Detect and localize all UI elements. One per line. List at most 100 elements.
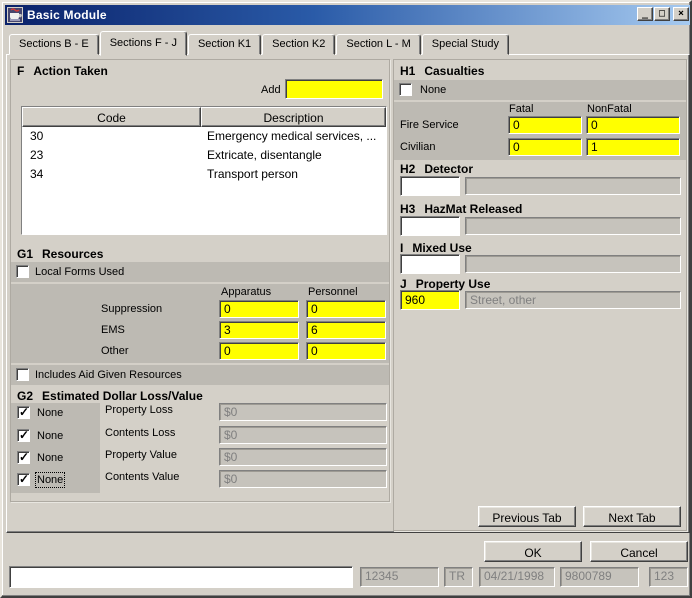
table-row[interactable]: 30 Emergency medical services, ...	[22, 127, 386, 146]
right-column-panel: H1Casualties None Fatal NonFatal Fire Se…	[393, 59, 687, 531]
section-h1-header: H1Casualties	[400, 64, 484, 78]
cancel-button[interactable]: Cancel	[590, 541, 688, 562]
section-h2-letter: H2	[400, 162, 415, 176]
column-header-description[interactable]: Description	[201, 107, 386, 127]
contents-value-none-label: None	[37, 474, 63, 486]
section-g2-header: G2 Estimated Dollar Loss/Value	[17, 389, 203, 403]
other-label: Other	[101, 345, 129, 357]
section-i-header: I Mixed Use	[400, 241, 472, 255]
title-bar[interactable]: Basic Module _ □ ×	[5, 5, 691, 25]
section-g1-header: G1 Resources	[17, 247, 103, 261]
section-h3-header: H3HazMat Released	[400, 202, 522, 216]
property-use-description-field: Street, other	[465, 291, 681, 309]
mixed-use-description-field	[465, 255, 681, 273]
suppression-apparatus-input[interactable]	[219, 300, 299, 318]
detector-description-field	[465, 177, 681, 195]
basic-module-window: Basic Module _ □ × Sections B - E Sectio…	[0, 0, 692, 598]
section-i-title: Mixed Use	[412, 241, 471, 255]
tab-section-k1[interactable]: Section K1	[188, 34, 261, 55]
column-header-code[interactable]: Code	[22, 107, 201, 127]
casualties-grid: Fatal NonFatal Fire Service Civilian	[394, 102, 686, 160]
property-loss-none-label: None	[37, 407, 63, 419]
section-h1-letter: H1	[400, 64, 415, 78]
fire-service-fatal-input[interactable]	[508, 116, 582, 134]
status-field-fdid: 12345	[360, 567, 439, 587]
action-taken-add-input[interactable]	[285, 79, 383, 99]
add-label: Add	[261, 84, 281, 96]
next-tab-button[interactable]: Next Tab	[583, 506, 681, 527]
fire-service-label: Fire Service	[400, 119, 459, 131]
contents-value-field: $0	[219, 470, 387, 488]
section-f-header: F Action Taken	[17, 64, 108, 78]
tab-section-k2[interactable]: Section K2	[262, 34, 335, 55]
left-column-panel: F Action Taken Add Code Description 30 Em…	[10, 59, 390, 502]
section-h2-header: H2 Detector	[400, 162, 473, 176]
row-code: 30	[22, 127, 201, 146]
casualties-none-checkbox[interactable]	[399, 83, 412, 96]
section-i-letter: I	[400, 241, 403, 255]
table-row[interactable]: 34 Transport person	[22, 165, 386, 184]
local-forms-label: Local Forms Used	[35, 266, 124, 278]
contents-value-label: Contents Value	[105, 471, 179, 483]
tab-sections-b-e[interactable]: Sections B - E	[9, 34, 99, 55]
close-icon[interactable]: ×	[673, 7, 689, 21]
ok-button[interactable]: OK	[484, 541, 582, 562]
section-j-header: JProperty Use	[400, 277, 490, 291]
personnel-column-label: Personnel	[308, 286, 358, 298]
local-forms-checkbox[interactable]	[16, 265, 29, 278]
row-description: Extricate, disentangle	[201, 146, 386, 165]
property-loss-label: Property Loss	[105, 404, 173, 416]
status-field-type: TR	[444, 567, 473, 587]
section-h3-letter: H3	[400, 202, 415, 216]
section-g1-letter: G1	[17, 247, 33, 261]
section-g2-title: Estimated Dollar Loss/Value	[42, 389, 203, 403]
ems-apparatus-input[interactable]	[219, 321, 299, 339]
local-forms-strip: Local Forms Used	[11, 262, 389, 282]
ems-personnel-input[interactable]	[306, 321, 386, 339]
previous-tab-button[interactable]: Previous Tab	[478, 506, 576, 527]
contents-loss-none-label: None	[37, 430, 63, 442]
aid-given-checkbox[interactable]	[16, 368, 29, 381]
property-use-code-input[interactable]	[400, 290, 460, 310]
hazmat-description-field	[465, 217, 681, 235]
other-apparatus-input[interactable]	[219, 342, 299, 360]
property-value-none-label: None	[37, 452, 63, 464]
minimize-icon[interactable]: _	[637, 7, 653, 21]
contents-loss-label: Contents Loss	[105, 427, 175, 439]
hazmat-code-input[interactable]	[400, 216, 460, 236]
casualties-none-strip: None	[394, 80, 686, 100]
civilian-nonfatal-input[interactable]	[586, 138, 680, 156]
ems-label: EMS	[101, 324, 125, 336]
tab-special-study[interactable]: Special Study	[422, 34, 509, 55]
section-h2-title: Detector	[424, 162, 473, 176]
contents-loss-none-checkbox[interactable]	[17, 429, 30, 442]
other-personnel-input[interactable]	[306, 342, 386, 360]
mixed-use-code-input[interactable]	[400, 254, 460, 274]
property-value-none-checkbox[interactable]	[17, 451, 30, 464]
table-row[interactable]: 23 Extricate, disentangle	[22, 146, 386, 165]
apparatus-column-label: Apparatus	[221, 286, 271, 298]
detector-code-input[interactable]	[400, 176, 460, 196]
section-g1-title: Resources	[42, 247, 103, 261]
tab-content-panel: F Action Taken Add Code Description 30 Em…	[6, 54, 690, 533]
section-g2-letter: G2	[17, 389, 33, 403]
tab-section-l-m[interactable]: Section L - M	[336, 34, 420, 55]
section-f-title: Action Taken	[33, 64, 107, 78]
maximize-icon[interactable]: □	[654, 7, 670, 21]
contents-value-none-checkbox[interactable]	[17, 473, 30, 486]
row-description: Transport person	[201, 165, 386, 184]
aid-given-strip: Includes Aid Given Resources	[11, 365, 389, 385]
section-f-letter: F	[17, 64, 24, 78]
action-taken-table-header: Code Description	[22, 107, 386, 127]
tab-sections-f-j[interactable]: Sections F - J	[100, 31, 187, 56]
status-bar-input[interactable]	[9, 566, 353, 588]
suppression-personnel-input[interactable]	[306, 300, 386, 318]
civilian-fatal-input[interactable]	[508, 138, 582, 156]
fire-service-nonfatal-input[interactable]	[586, 116, 680, 134]
window-title: Basic Module	[27, 8, 107, 22]
suppression-label: Suppression	[101, 303, 162, 315]
row-code: 23	[22, 146, 201, 165]
property-value-field: $0	[219, 448, 387, 466]
property-loss-none-checkbox[interactable]	[17, 406, 30, 419]
action-taken-table: Code Description 30 Emergency medical se…	[21, 106, 387, 235]
